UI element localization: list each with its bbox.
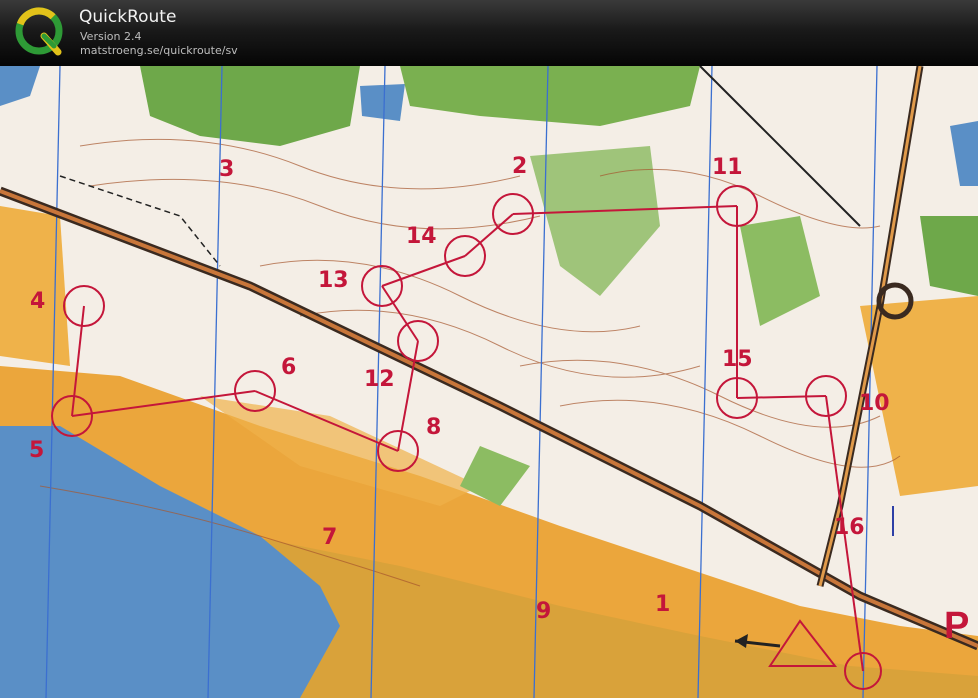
app-version: Version 2.4 <box>80 30 142 43</box>
lake-water <box>360 84 405 121</box>
control-number-16: 16 <box>834 515 865 540</box>
orienteering-map[interactable]: 1 2 3 4 5 6 7 8 9 10 11 12 13 14 15 16 P <box>0 66 978 698</box>
control-number-15: 15 <box>722 347 753 372</box>
control-number-6: 6 <box>281 355 296 380</box>
control-number-10: 10 <box>859 391 890 416</box>
control-number-13: 13 <box>318 268 349 293</box>
app-name: QuickRoute <box>79 7 177 27</box>
control-number-5: 5 <box>29 438 44 463</box>
open-land-area <box>0 206 70 366</box>
control-number-4: 4 <box>30 289 45 314</box>
control-number-9: 9 <box>536 599 551 624</box>
control-number-7: 7 <box>322 525 337 550</box>
title-bar: QuickRoute Version 2.4 matstroeng.se/qui… <box>0 0 978 66</box>
parking-letter: P <box>944 605 969 647</box>
control-number-11: 11 <box>712 155 743 180</box>
quickroute-logo-icon <box>15 7 63 56</box>
control-number-2: 2 <box>512 154 527 179</box>
control-number-1: 1 <box>655 592 670 617</box>
control-number-12: 12 <box>364 367 395 392</box>
control-number-3: 3 <box>219 157 234 182</box>
control-number-14: 14 <box>406 224 437 249</box>
control-number-8: 8 <box>426 415 441 440</box>
app-url-link[interactable]: matstroeng.se/quickroute/sv <box>80 44 238 57</box>
